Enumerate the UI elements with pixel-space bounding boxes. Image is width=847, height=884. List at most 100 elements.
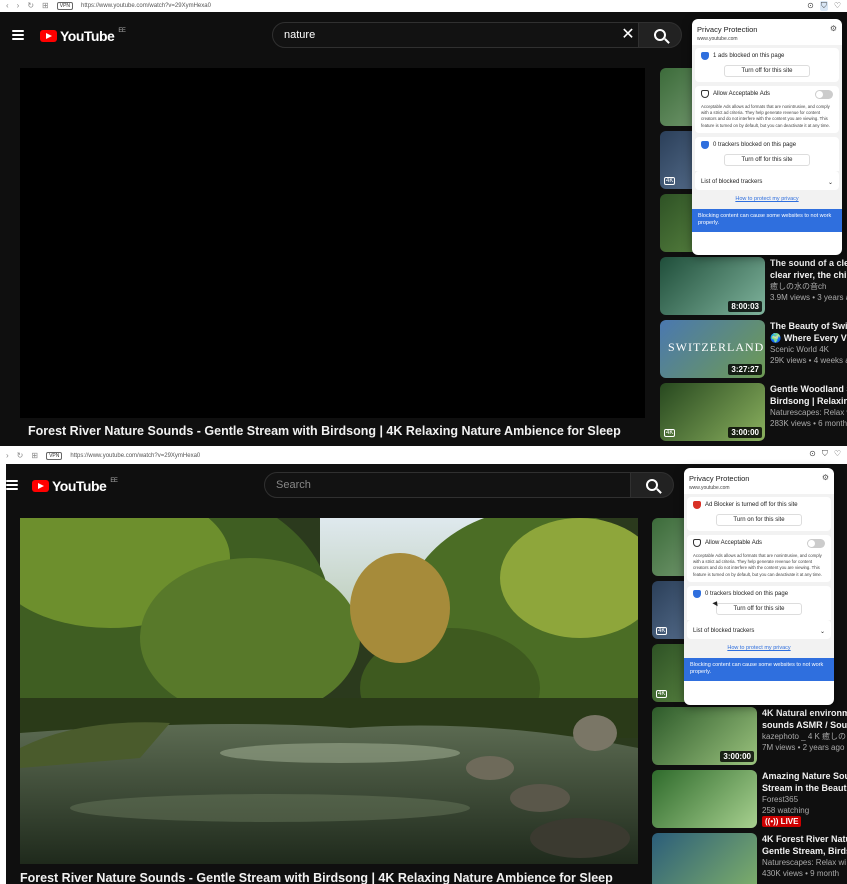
recommendation-title[interactable]: Gentle Woodland St [770,383,847,395]
recommendation-item[interactable]: 3:00:00 4K Gentle Woodland St Birdsong | Re… [660,383,847,443]
recommendation-info: 4K Forest River Natu Gentle Stream, Birds… [762,833,847,879]
blocked-trackers-list[interactable]: List of blocked trackers ⌄ [695,170,839,190]
ad-blocker-toggle-button[interactable]: Turn off for this site [724,65,810,77]
trackers-card: 0 trackers blocked on this page Turn off … [687,585,831,620]
heart-icon[interactable]: ♡ [834,1,841,11]
acceptable-ads-description: Acceptable Ads allows ad formats that ar… [693,553,822,577]
youtube-logo[interactable]: YouTube EE [32,478,118,494]
reload-icon[interactable]: ↻ [27,2,34,10]
recommendation-title[interactable]: The Beauty of Switz [770,320,847,332]
recommendation-item[interactable]: 3:00:00 4K Natural environm sounds ASMR / … [652,707,847,767]
channel-name[interactable]: Forest365 [762,794,847,805]
acceptable-ads-card: Allow Acceptable Ads Acceptable Ads allow… [687,535,831,582]
acceptable-ads-label: Allow Acceptable Ads [713,91,771,97]
video-thumbnail[interactable]: 8:00:03 [660,257,765,315]
address-bar[interactable]: https://www.youtube.com/watch?v=29XymHex… [81,3,211,9]
recommendation-title[interactable]: The sound of a clea [770,257,847,269]
video-player[interactable] [20,518,638,864]
camera-icon[interactable]: ⊙ [809,449,816,459]
recommendation-title[interactable]: Amazing Nature Sou [762,770,847,782]
logo-region: EE [110,478,118,484]
acceptable-ads-card: Allow Acceptable Ads Acceptable Ads allow… [695,86,839,133]
recommendation-title-line2[interactable]: Stream in the Beauti [762,782,847,794]
chevron-down-icon: ⌄ [827,179,833,186]
search-value: nature [284,29,316,41]
recommendation-title-line2[interactable]: 🌍 Where Every Vie [770,332,847,344]
clear-search-icon[interactable]: ✕ [620,27,636,43]
recommendation-title-line2[interactable]: clear river, the chirp [770,269,847,281]
video-player[interactable] [20,68,645,418]
recommendation-info: 4K Natural environm sounds ASMR / Sou kaze… [762,707,847,753]
settings-gear-icon[interactable]: ⚙ [830,24,837,33]
youtube-logo[interactable]: YouTube EE [40,28,126,44]
forward-icon[interactable]: › [17,2,20,10]
recommendation-item[interactable]: 4K Forest River Natu Gentle Stream, Birds… [652,833,847,884]
channel-name[interactable]: Naturescapes: Relax wi [762,857,847,868]
search-button[interactable] [638,22,682,48]
privacy-help-link[interactable]: How to protect my privacy [695,190,839,206]
channel-name[interactable]: kazephoto _ 4 K 癒しの [762,731,847,742]
recommendation-item[interactable]: Amazing Nature Sou Stream in the Beauti Fo… [652,770,847,830]
acceptable-ads-toggle[interactable] [807,539,825,548]
acceptable-ads-shield-icon [701,90,709,98]
acceptable-ads-label: Allow Acceptable Ads [705,540,763,546]
logo-region: EE [118,28,126,34]
video-thumbnail[interactable]: 3:00:00 [652,707,757,765]
popup-title: Privacy Protection [689,474,750,483]
popup-footer-warning: Blocking content can cause some websites… [684,657,834,681]
back-icon[interactable]: ‹ [6,2,9,10]
recommendation-title[interactable]: 4K Forest River Natu [762,833,847,845]
search-button[interactable] [630,472,674,498]
popup-title: Privacy Protection [697,25,758,34]
menu-icon[interactable] [12,30,24,40]
tabs-grid-icon[interactable]: ⊞ [42,2,49,10]
blocked-trackers-list[interactable]: List of blocked trackers ⌄ [687,619,831,639]
trackers-toggle-button[interactable]: Turn off for this site [724,153,810,166]
heart-icon[interactable]: ♡ [834,449,841,459]
recommendation-item[interactable]: 8:00:03 The sound of a clea clear river, t… [660,257,847,317]
ad-blocker-status: 1 ads blocked on this page [713,53,785,59]
thumbnail-overlay-text: SWITZERLAND [668,340,765,354]
recommendation-title-line2[interactable]: Gentle Stream, Birds [762,845,847,857]
privacy-extension-icon[interactable]: ⛉ [822,449,828,459]
browser-toolbar: ‹ › ↻ ⊞ VPN https://www.youtube.com/watc… [0,0,847,12]
reload-icon[interactable]: ↻ [17,452,24,460]
quality-badge: 4K [656,690,668,698]
tabs-grid-icon[interactable]: ⊞ [31,452,38,460]
search-input[interactable]: nature [272,22,644,48]
video-meta: 283K views • 6 month [770,419,847,428]
camera-icon[interactable]: ⊙ [807,1,814,11]
video-thumbnail[interactable]: SWITZERLAND 3:27:27 [660,320,765,378]
video-thumbnail[interactable] [652,770,757,828]
vpn-badge[interactable]: VPN [46,452,63,460]
privacy-help-link[interactable]: How to protect my privacy [687,639,831,655]
popup-body: 1 ads blocked on this page Turn off for t… [692,45,842,209]
recommendation-title-line2[interactable]: Birdsong | Relaxing [770,395,847,407]
vpn-badge[interactable]: VPN [56,2,74,10]
address-bar[interactable]: https://www.youtube.com/watch?v=29XymHex… [70,453,200,459]
logo-text: YouTube [52,478,107,494]
recommendation-item[interactable]: SWITZERLAND 3:27:27 The Beauty of Switz 🌍 W… [660,320,847,380]
recommendation-info: Gentle Woodland St Birdsong | Relaxing Nat… [770,383,847,429]
video-thumbnail[interactable] [652,833,757,884]
recommendation-title[interactable]: 4K Natural environm [762,707,847,719]
video-duration: 3:00:00 [720,751,754,762]
acceptable-ads-toggle[interactable] [815,90,833,99]
settings-gear-icon[interactable]: ⚙ [822,473,829,482]
search-input[interactable]: Search [264,472,634,498]
chevron-down-icon: ⌄ [819,628,825,635]
popup-domain: www.youtube.com [689,485,730,491]
channel-name[interactable]: Scenic World 4K [770,344,847,355]
forward-icon[interactable]: › [6,452,9,460]
video-thumbnail[interactable]: 3:00:00 4K [660,383,765,441]
recommendation-title-line2[interactable]: sounds ASMR / Sou [762,719,847,731]
channel-name[interactable]: 癒しの水の音ch [770,281,847,292]
acceptable-ads-shield-icon [693,539,701,547]
channel-name[interactable]: Naturescapes: Relax w [770,407,847,418]
privacy-protection-popup: Privacy Protection www.youtube.com ⚙ 1 ads … [692,19,842,255]
ad-blocker-toggle-button[interactable]: Turn on for this site [716,514,802,526]
trackers-toggle-button[interactable]: Turn off for this site [716,602,802,615]
tracker-shield-icon [693,589,701,598]
menu-icon[interactable] [6,480,18,490]
privacy-extension-icon[interactable]: ⛉ [819,1,828,11]
